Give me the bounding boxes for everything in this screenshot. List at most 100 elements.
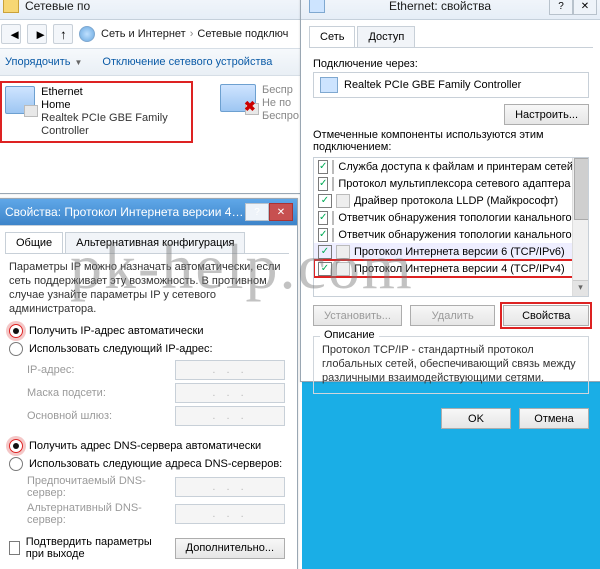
list-item[interactable]: ✓Протокол мультиплексора сетевого адапте… bbox=[314, 175, 588, 192]
radio-icon bbox=[9, 439, 23, 453]
radio-auto-ip[interactable]: Получить IP-адрес автоматически bbox=[9, 324, 285, 338]
window-title: Сетевые по bbox=[25, 0, 303, 13]
mask-input: . . . bbox=[175, 383, 285, 403]
close-button[interactable]: ✕ bbox=[269, 203, 293, 221]
advanced-button[interactable]: Дополнительно... bbox=[175, 538, 285, 559]
dns2-input: . . . bbox=[175, 504, 285, 524]
scrollbar-thumb[interactable] bbox=[574, 158, 589, 220]
titlebar: Сетевые по bbox=[0, 0, 307, 20]
ethernet-connection-item[interactable]: Ethernet Home Realtek PCIe GBE Family Co… bbox=[3, 84, 190, 140]
adapter-small-icon bbox=[320, 77, 338, 93]
forward-button[interactable]: ► bbox=[27, 24, 47, 44]
gateway-input: . . . bbox=[175, 406, 285, 426]
titlebar: Свойства: Протокол Интернета версии 4 (T… bbox=[0, 199, 297, 226]
dns2-label: Альтернативный DNS-сервер: bbox=[27, 502, 167, 526]
components-list[interactable]: ✓Служба доступа к файлам и принтерам сет… bbox=[313, 157, 589, 297]
cancel-button[interactable]: Отмена bbox=[519, 408, 589, 429]
ipv4-properties-window: Свойства: Протокол Интернета версии 4 (T… bbox=[0, 198, 298, 569]
radio-icon bbox=[9, 457, 23, 471]
ip-input: . . . bbox=[175, 360, 285, 380]
tab-sharing[interactable]: Доступ bbox=[357, 26, 415, 47]
conn-adapter: Беспро bbox=[262, 110, 299, 123]
checkbox-icon[interactable]: ✓ bbox=[318, 211, 328, 225]
breadcrumb-bar: ◄ ► ↑ Сеть и Интернет›Сетевые подключ bbox=[0, 20, 307, 49]
adapter-box: Realtek PCIe GBE Family Controller bbox=[313, 72, 589, 98]
validate-label: Подтвердить параметры при выходе bbox=[26, 536, 163, 560]
checkbox-icon[interactable]: ✓ bbox=[318, 177, 328, 191]
description-title: Описание bbox=[320, 329, 379, 341]
list-item[interactable]: ✓Ответчик обнаружения топологии канально… bbox=[314, 209, 588, 226]
ethernet-properties-window: Ethernet: свойства ? ✕ Сеть Доступ Подкл… bbox=[300, 0, 600, 382]
list-item[interactable]: ✓Драйвер протокола LLDP (Майкрософт) bbox=[314, 192, 588, 209]
tab-general[interactable]: Общие bbox=[5, 232, 63, 253]
connections-area: Ethernet Home Realtek PCIe GBE Family Co… bbox=[0, 76, 307, 148]
list-item[interactable]: ✓Служба доступа к файлам и принтерам сет… bbox=[314, 158, 588, 175]
back-button[interactable]: ◄ bbox=[1, 24, 21, 44]
adapter-icon bbox=[309, 0, 325, 13]
properties-button[interactable]: Свойства bbox=[503, 305, 589, 326]
window-title: Свойства: Протокол Интернета версии 4 (T… bbox=[5, 205, 245, 219]
radio-icon bbox=[9, 342, 23, 356]
conn-name: Ethernet bbox=[41, 86, 188, 99]
component-icon bbox=[336, 194, 350, 208]
scrollbar-down-icon[interactable]: ▾ bbox=[573, 280, 588, 296]
connect-via-label: Подключение через: bbox=[313, 58, 589, 70]
conn-adapter: Realtek PCIe GBE Family Controller bbox=[41, 112, 188, 138]
disable-device-menu[interactable]: Отключение сетевого устройства bbox=[92, 49, 282, 75]
dns1-label: Предпочитаемый DNS-сервер: bbox=[27, 475, 167, 499]
description-text: Протокол TCP/IP - стандартный протокол г… bbox=[322, 343, 580, 385]
list-item-ipv6[interactable]: ✓Протокол Интернета версии 6 (TCP/IPv6) bbox=[314, 243, 588, 260]
radio-auto-dns[interactable]: Получить адрес DNS-сервера автоматически bbox=[9, 439, 285, 453]
titlebar: Ethernet: свойства ? ✕ bbox=[301, 0, 600, 20]
mask-label: Маска подсети: bbox=[27, 387, 167, 399]
globe-icon bbox=[79, 26, 95, 42]
help-button[interactable]: ? bbox=[245, 203, 269, 221]
checkbox-icon[interactable]: ✓ bbox=[9, 541, 20, 555]
checkbox-icon[interactable]: ✓ bbox=[318, 194, 332, 208]
conn-status: Не по bbox=[262, 97, 299, 110]
checkbox-icon[interactable]: ✓ bbox=[318, 245, 332, 259]
description-group: Описание Протокол TCP/IP - стандартный п… bbox=[313, 336, 589, 394]
scrollbar[interactable]: ▾ bbox=[572, 158, 588, 296]
ok-button[interactable]: OK bbox=[441, 408, 511, 429]
organize-menu[interactable]: Упорядочить▼ bbox=[0, 49, 92, 75]
network-connections-window: Сетевые по ◄ ► ↑ Сеть и Интернет›Сетевые… bbox=[0, 0, 308, 194]
dns1-input: . . . bbox=[175, 477, 285, 497]
checkbox-icon[interactable]: ✓ bbox=[318, 262, 332, 276]
tab-network[interactable]: Сеть bbox=[309, 26, 355, 47]
tabs: Сеть Доступ bbox=[309, 26, 593, 48]
validate-checkbox-row[interactable]: ✓ Подтвердить параметры при выходе Допол… bbox=[9, 536, 285, 560]
radio-manual-dns[interactable]: Использовать следующие адреса DNS-сервер… bbox=[9, 457, 285, 471]
checkbox-icon[interactable]: ✓ bbox=[318, 160, 328, 174]
component-icon bbox=[336, 245, 350, 259]
tabs: Общие Альтернативная конфигурация bbox=[5, 232, 289, 254]
component-icon bbox=[332, 228, 334, 242]
component-icon bbox=[336, 262, 350, 276]
radio-manual-ip[interactable]: Использовать следующий IP-адрес: bbox=[9, 342, 285, 356]
close-button[interactable]: ✕ bbox=[573, 0, 597, 15]
component-icon bbox=[332, 177, 334, 191]
conn-status: Home bbox=[41, 99, 188, 112]
disconnected-icon: ✖ bbox=[244, 98, 258, 112]
uninstall-button[interactable]: Удалить bbox=[410, 305, 496, 326]
intro-text: Параметры IP можно назначать автоматичес… bbox=[9, 260, 285, 316]
tab-alt-config[interactable]: Альтернативная конфигурация bbox=[65, 232, 245, 253]
list-item[interactable]: ✓Ответчик обнаружения топологии канально… bbox=[314, 226, 588, 243]
window-title: Ethernet: свойства bbox=[331, 0, 549, 13]
component-icon bbox=[332, 211, 334, 225]
breadcrumb[interactable]: Сеть и Интернет›Сетевые подключ bbox=[101, 28, 288, 40]
component-icon bbox=[332, 160, 334, 174]
list-item-ipv4[interactable]: ✓Протокол Интернета версии 4 (TCP/IPv4) bbox=[314, 260, 588, 277]
folder-icon bbox=[3, 0, 19, 13]
radio-icon bbox=[9, 324, 23, 338]
install-button[interactable]: Установить... bbox=[313, 305, 402, 326]
up-button[interactable]: ↑ bbox=[53, 24, 73, 44]
components-label: Отмеченные компоненты используются этим … bbox=[313, 129, 589, 153]
adapter-name: Realtek PCIe GBE Family Controller bbox=[344, 79, 521, 91]
checkbox-icon[interactable]: ✓ bbox=[318, 228, 328, 242]
wireless-connection-item[interactable]: ✖ Беспр Не по Беспро bbox=[220, 84, 299, 140]
help-button[interactable]: ? bbox=[549, 0, 573, 15]
conn-name: Беспр bbox=[262, 84, 299, 97]
configure-button[interactable]: Настроить... bbox=[504, 104, 589, 125]
ethernet-icon bbox=[5, 86, 35, 114]
